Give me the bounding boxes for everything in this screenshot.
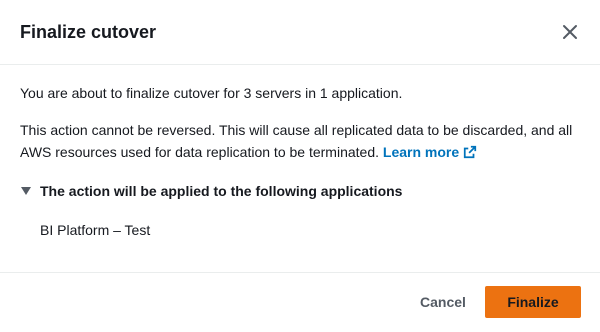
dialog-footer: Cancel Finalize — [0, 272, 600, 332]
dialog-title: Finalize cutover — [20, 22, 157, 42]
learn-more-label: Learn more — [382, 144, 460, 160]
cancel-button[interactable]: Cancel — [404, 286, 482, 318]
warning-text: This action cannot be reversed. This wil… — [20, 122, 573, 160]
irreversible-warning: This action cannot be reversed. This wil… — [20, 119, 580, 163]
dialog-header: Finalize cutover — [0, 0, 600, 65]
application-item: BI Platform – Test — [40, 222, 151, 238]
close-button[interactable] — [558, 20, 582, 44]
expander-label: The action will be applied to the follow… — [40, 183, 403, 199]
applications-expander[interactable]: The action will be applied to the follow… — [20, 181, 402, 201]
finalize-button[interactable]: Finalize — [485, 286, 581, 318]
cutover-summary: You are about to finalize cutover for 3 … — [20, 85, 403, 101]
learn-more-link[interactable]: Learn more — [383, 144, 477, 160]
external-link-icon — [464, 145, 477, 159]
caret-down-icon — [20, 185, 32, 197]
close-icon — [563, 25, 577, 39]
dialog-body: You are about to finalize cutover for 3 … — [0, 65, 600, 272]
finalize-cutover-dialog: Finalize cutover You are about to finali… — [0, 0, 600, 332]
